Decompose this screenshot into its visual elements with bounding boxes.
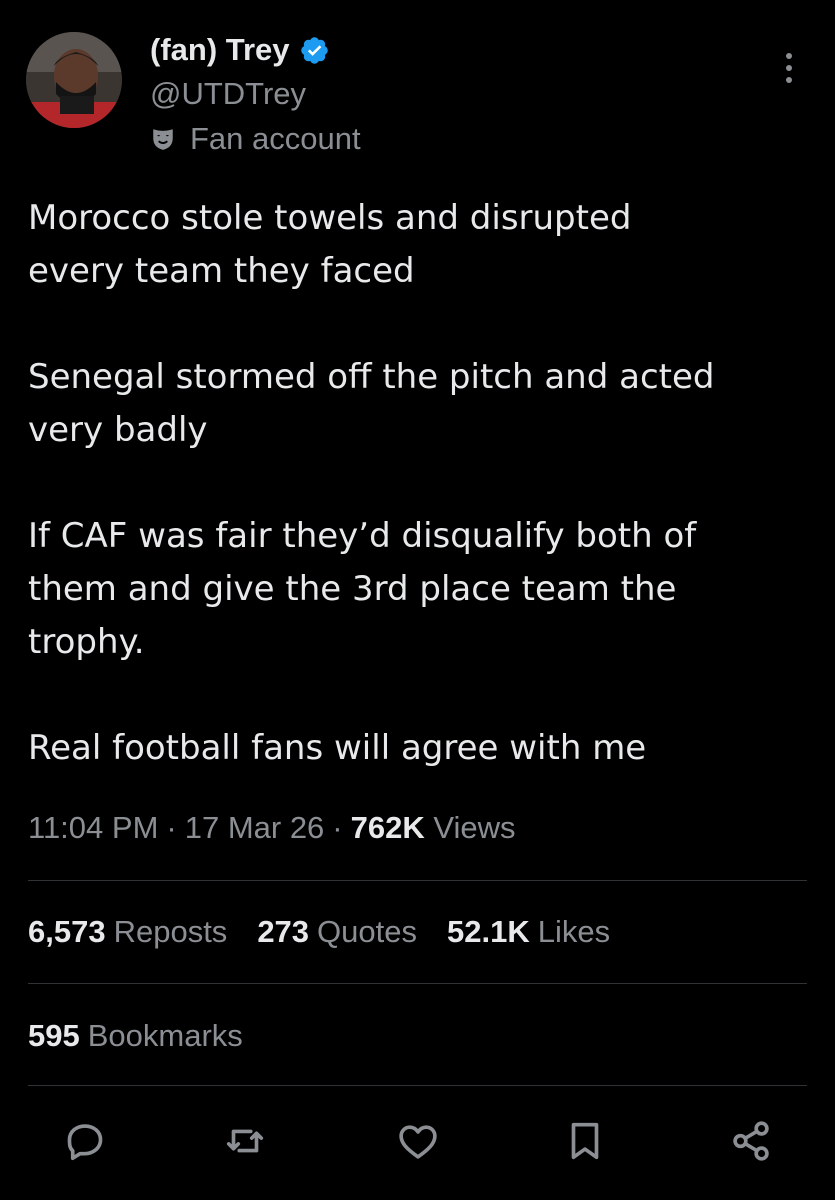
- meta-separator: ·: [166, 810, 177, 845]
- account-label: Fan account: [190, 121, 361, 156]
- avatar[interactable]: [26, 32, 122, 128]
- author-display-name[interactable]: (fan) Trey: [150, 32, 290, 68]
- reposts-count: 6,573: [28, 914, 106, 949]
- like-icon: [399, 1125, 437, 1159]
- bookmark-button[interactable]: [562, 1118, 608, 1164]
- share-button[interactable]: [728, 1118, 774, 1164]
- author-handle[interactable]: @UTDTrey: [150, 76, 306, 112]
- quotes-count: 273: [257, 914, 310, 949]
- reposts-stat[interactable]: 6,573 Reposts: [28, 914, 227, 950]
- like-button[interactable]: [395, 1118, 441, 1164]
- tweet-paragraph: If CAF was fair they’d disqualify both o…: [28, 516, 697, 662]
- bookmarks-label: Bookmarks: [87, 1018, 243, 1053]
- account-label-row: Fan account: [150, 121, 361, 157]
- share-icon: [733, 1121, 769, 1161]
- divider: [28, 1085, 807, 1086]
- views-label: Views: [433, 810, 516, 845]
- tweet-time[interactable]: 11:04 PM: [28, 810, 158, 845]
- repost-button[interactable]: [222, 1118, 268, 1164]
- bookmarks-stat[interactable]: 595 Bookmarks: [28, 1018, 243, 1054]
- reply-button[interactable]: [62, 1118, 108, 1164]
- action-bar: [0, 1118, 835, 1168]
- tweet-meta: 11:04 PM · 17 Mar 26 · 762K Views: [28, 810, 516, 846]
- reposts-label: Reposts: [113, 914, 228, 949]
- engagement-stats: 6,573 Reposts 273 Quotes 52.1K Likes: [28, 914, 640, 950]
- theater-mask-icon: [153, 129, 173, 150]
- reply-icon: [67, 1124, 103, 1161]
- tweet-paragraph: Morocco stole towels and disrupted every…: [28, 198, 632, 291]
- views-count: 762K: [350, 810, 425, 845]
- tweet-paragraph: Real football fans will agree with me: [28, 728, 647, 768]
- likes-stat[interactable]: 52.1K Likes: [447, 914, 610, 950]
- divider: [28, 983, 807, 984]
- tweet-paragraph: Senegal stormed off the pitch and acted …: [28, 357, 715, 450]
- quotes-label: Quotes: [317, 914, 417, 949]
- avatar-image: [26, 32, 122, 128]
- likes-count: 52.1K: [447, 914, 530, 949]
- repost-icon: [226, 1129, 264, 1153]
- tweet-text: Morocco stole towels and disrupted every…: [28, 192, 818, 828]
- bookmark-icon: [571, 1122, 599, 1160]
- author-name-row[interactable]: (fan) Trey: [150, 32, 330, 68]
- likes-label: Likes: [537, 914, 611, 949]
- divider: [28, 880, 807, 881]
- quotes-stat[interactable]: 273 Quotes: [257, 914, 417, 950]
- tweet-date[interactable]: 17 Mar 26: [185, 810, 325, 845]
- verified-badge-icon: [300, 36, 328, 64]
- more-options-icon[interactable]: [776, 48, 802, 88]
- meta-separator: ·: [332, 810, 343, 845]
- bookmarks-count: 595: [28, 1018, 80, 1053]
